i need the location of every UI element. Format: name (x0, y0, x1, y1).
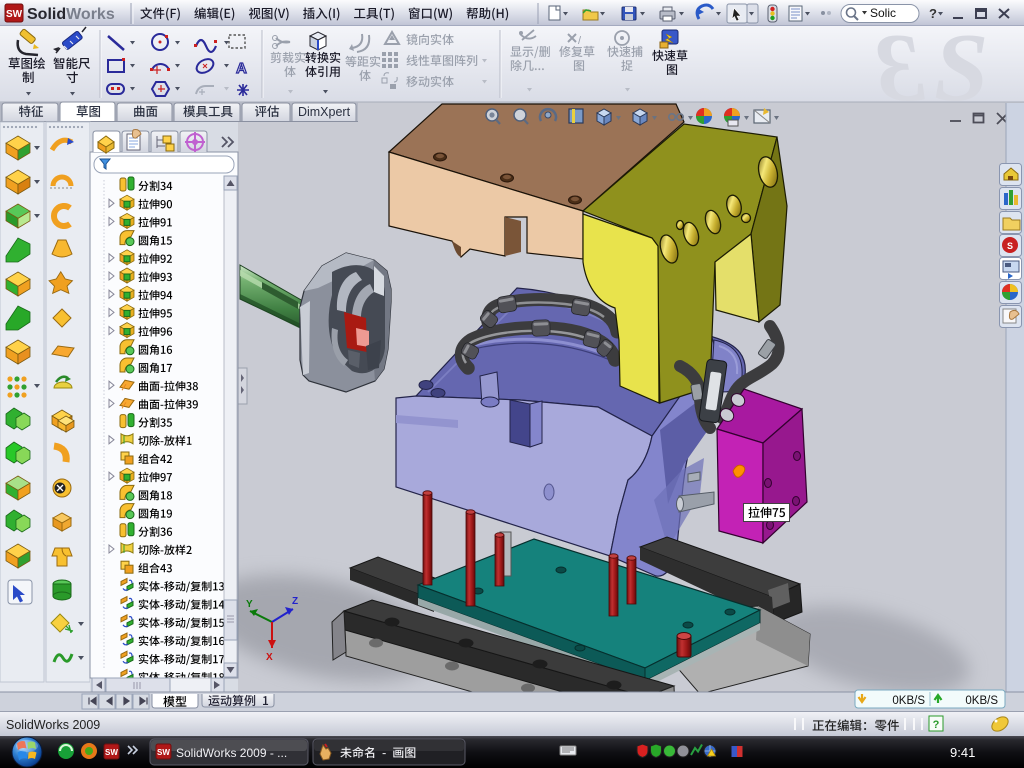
svg-text:X: X (266, 652, 273, 663)
svg-text:0KB/S: 0KB/S (965, 695, 998, 707)
svg-text:9:41: 9:41 (950, 745, 975, 760)
svg-text:S: S (1007, 241, 1013, 251)
svg-text:SW: SW (6, 9, 23, 20)
svg-text:SolidWorks 2009: SolidWorks 2009 (6, 718, 100, 732)
svg-text:SolidWorks 2009 - ...: SolidWorks 2009 - ... (176, 746, 287, 760)
svg-text:S: S (934, 14, 989, 122)
svg-text:?: ? (933, 719, 940, 731)
svg-text:SW: SW (105, 748, 118, 757)
svg-text:Z: Z (292, 596, 298, 607)
svg-text:A: A (236, 60, 247, 77)
svg-text:Y: Y (246, 599, 253, 610)
svg-text:0KB/S: 0KB/S (892, 695, 925, 707)
svg-text:3: 3 (875, 14, 925, 122)
svg-text:DimXpert: DimXpert (298, 105, 351, 119)
svg-text:SW: SW (157, 748, 170, 757)
svg-text:SolidWorks: SolidWorks (27, 6, 115, 23)
